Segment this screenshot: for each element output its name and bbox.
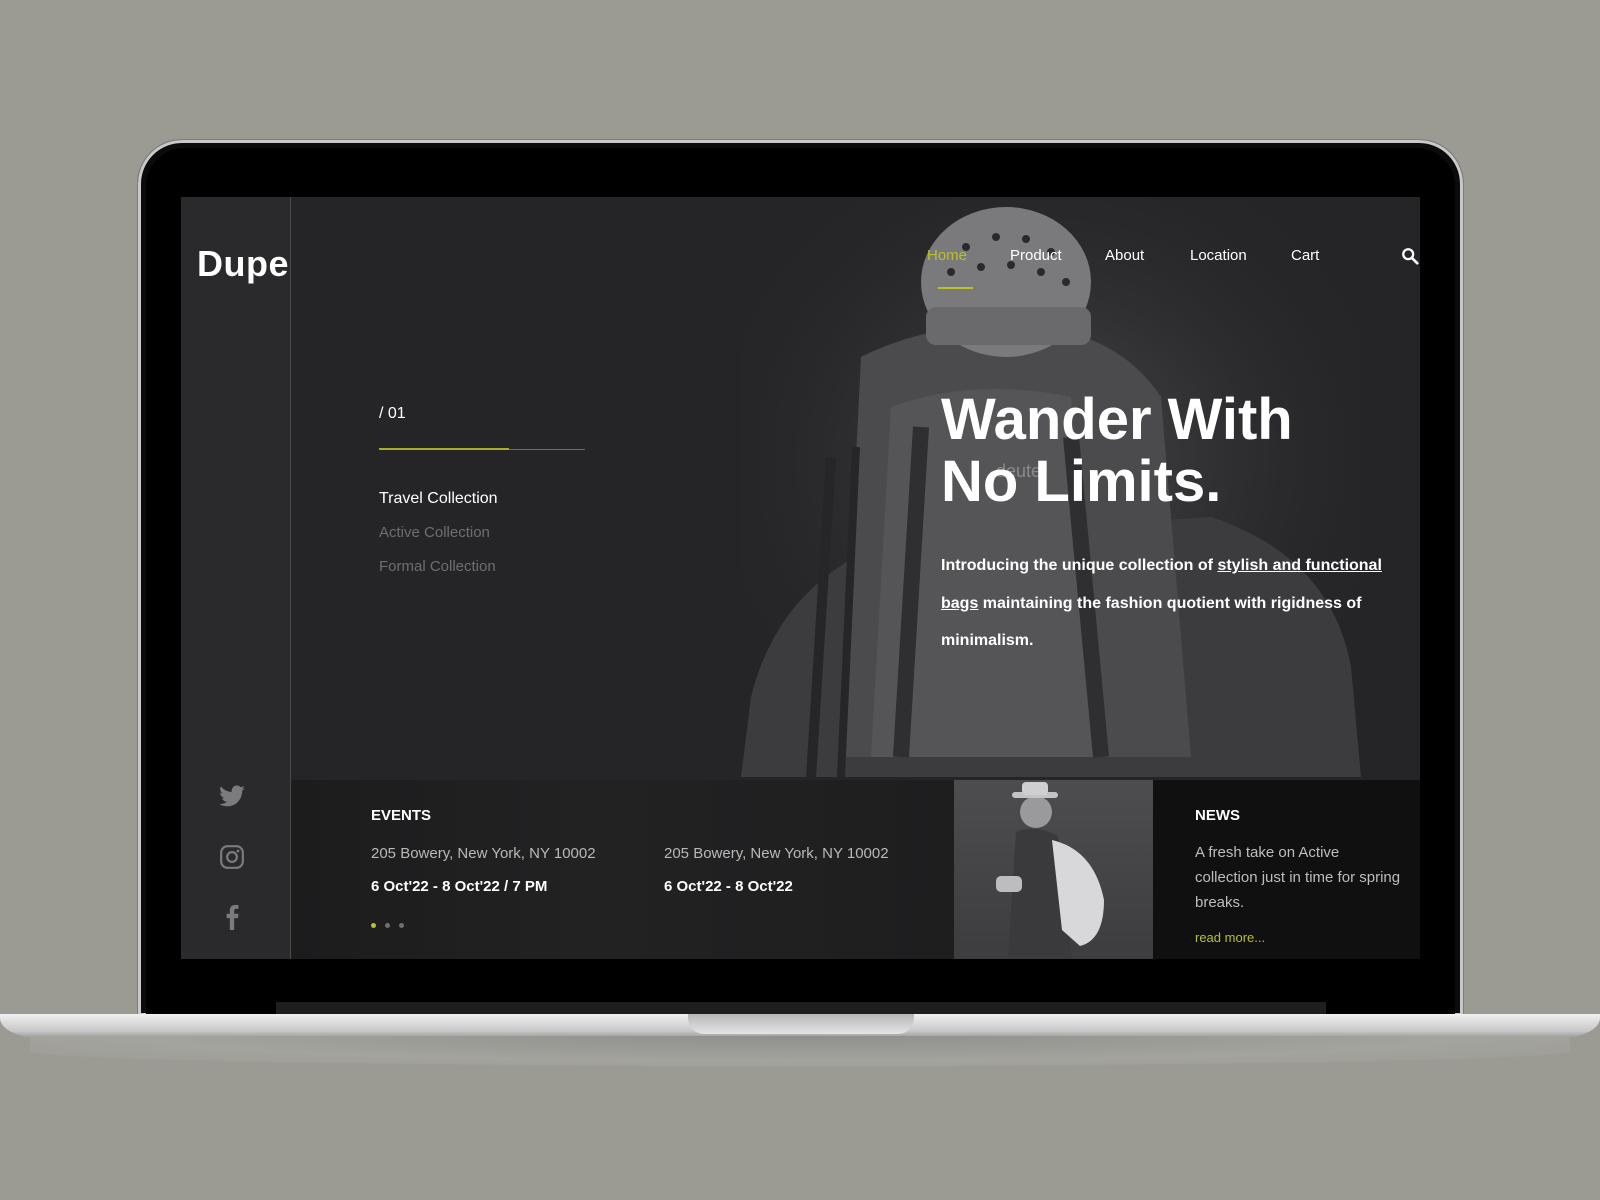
- event-1-date: 6 Oct'22 - 8 Oct'22 / 7 PM: [371, 878, 548, 895]
- news-panel: NEWS A fresh take on Active collection j…: [1153, 780, 1420, 959]
- headline-line-2: No Limits.: [941, 449, 1222, 514]
- intro-text-2: maintaining the fashion quotient with ri…: [941, 594, 1362, 650]
- collection-formal[interactable]: Formal Collection: [379, 558, 496, 575]
- twitter-icon[interactable]: [217, 782, 247, 812]
- event-1-address: 205 Bowery, New York, NY 10002: [371, 845, 596, 862]
- collection-travel[interactable]: Travel Collection: [379, 490, 498, 508]
- event-2-date: 6 Oct'22 - 8 Oct'22: [664, 878, 793, 895]
- facebook-icon[interactable]: [217, 902, 247, 932]
- sidebar: Dupe: [181, 197, 291, 959]
- top-nav: Home Product About Location Cart: [291, 247, 1420, 287]
- collection-active[interactable]: Active Collection: [379, 524, 490, 541]
- pagination-dot-1[interactable]: [371, 923, 376, 928]
- news-read-more-link[interactable]: read more...: [1195, 930, 1265, 945]
- instagram-icon[interactable]: [217, 842, 247, 872]
- hero-intro: Introducing the unique collection of sty…: [941, 547, 1391, 660]
- main-content: Home Product About Location Cart / 01 Tr…: [291, 197, 1420, 959]
- brand-logo[interactable]: Dupe: [197, 243, 289, 285]
- news-text: A fresh take on Active collection just i…: [1195, 844, 1401, 911]
- nav-cart[interactable]: Cart: [1291, 247, 1319, 264]
- events-panel: EVENTS 205 Bowery, New York, NY 10002 6 …: [291, 780, 954, 959]
- nav-home[interactable]: Home: [927, 247, 967, 264]
- search-icon[interactable]: [1401, 247, 1420, 267]
- hero-headline: Wander With No Limits.: [941, 389, 1341, 513]
- slide-number: / 01: [379, 405, 406, 422]
- event-2-address: 205 Bowery, New York, NY 10002: [664, 845, 889, 862]
- news-title: NEWS: [1195, 807, 1240, 824]
- website-screen: deuter Dupe Home Product About Location …: [181, 197, 1420, 959]
- slide-progress-bar: [379, 448, 585, 450]
- pagination-dot-2[interactable]: [385, 923, 390, 928]
- pagination-dot-3[interactable]: [399, 923, 404, 928]
- nav-active-indicator: [938, 287, 973, 289]
- headline-line-1: Wander With: [941, 387, 1293, 452]
- laptop-hinge: [276, 1002, 1326, 1014]
- news-photo[interactable]: [954, 780, 1153, 959]
- nav-product[interactable]: Product: [1010, 247, 1062, 264]
- events-title: EVENTS: [371, 807, 432, 824]
- intro-text-1: Introducing the unique collection of: [941, 557, 1218, 574]
- nav-location[interactable]: Location: [1190, 247, 1247, 264]
- laptop-base-shadow: [30, 1036, 1570, 1066]
- events-pagination: [371, 923, 404, 928]
- laptop-notch: [688, 1014, 914, 1034]
- slide-progress-fill: [379, 448, 509, 450]
- nav-about[interactable]: About: [1105, 247, 1144, 264]
